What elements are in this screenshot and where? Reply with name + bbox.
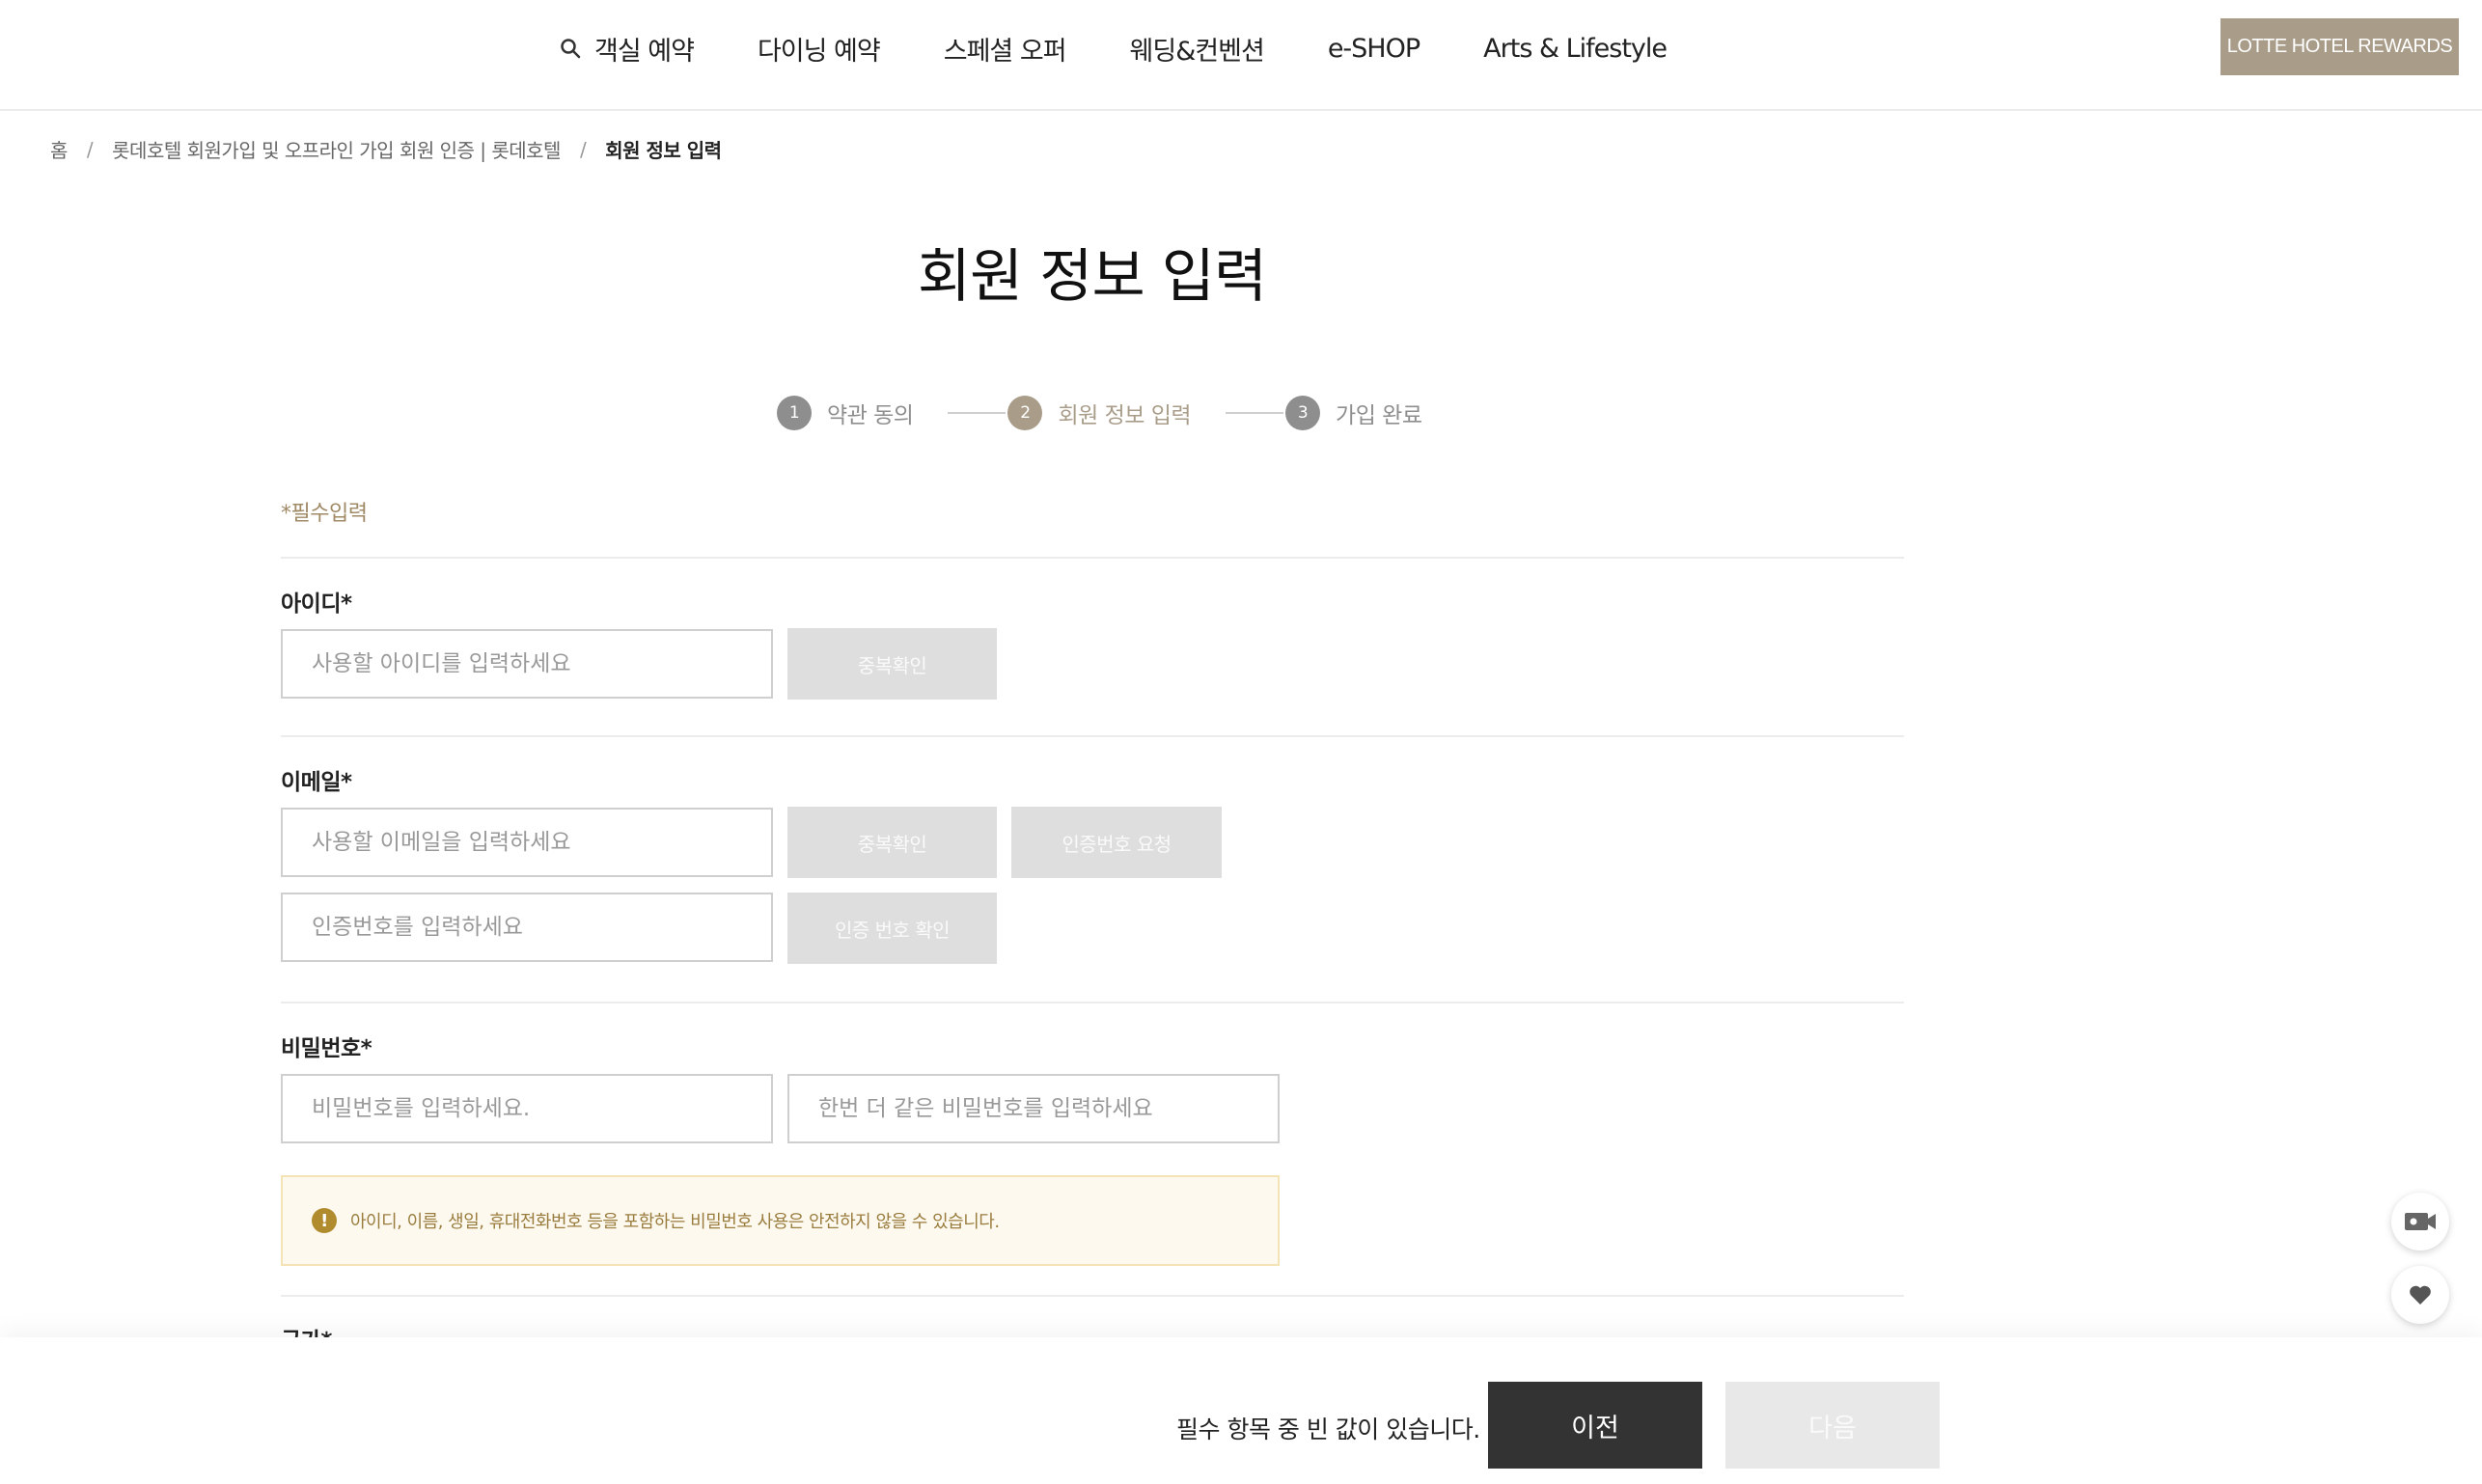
nav-room-reservation[interactable]: 객실 예약 (560, 30, 695, 68)
nav-wedding-convention[interactable]: 웨딩&컨벤션 (1129, 30, 1265, 68)
wishlist-button[interactable] (2391, 1266, 2449, 1324)
lotte-hotel-rewards-button[interactable]: LOTTE HOTEL REWARDS (2220, 18, 2459, 75)
step-label: 가입 완료 (1336, 403, 1422, 428)
breadcrumb-current: 회원 정보 입력 (605, 139, 722, 162)
page-title: 회원 정보 입력 (917, 243, 1267, 311)
password-field-box (281, 1074, 773, 1143)
nav-label: 웨딩&컨벤션 (1129, 36, 1265, 67)
required-note: *필수입력 (281, 502, 368, 526)
video-chat-button[interactable] (2391, 1193, 2449, 1250)
signup-steps: 1 약관 동의 2 회원 정보 입력 3 가입 완료 (777, 396, 1422, 430)
email-input[interactable] (312, 830, 771, 855)
step-complete: 3 가입 완료 (1285, 396, 1422, 430)
step-label: 회원 정보 입력 (1058, 403, 1192, 428)
request-code-button[interactable]: 인증번호 요청 (1011, 807, 1222, 878)
breadcrumb-separator: / (579, 137, 587, 161)
required-empty-message: 필수 항목 중 빈 값이 있습니다. (1176, 1415, 1480, 1443)
nav-eshop[interactable]: e-SHOP (1328, 34, 1420, 64)
password-confirm-field-box (787, 1074, 1280, 1143)
password-label: 비밀번호* (281, 1036, 372, 1061)
code-field-box (281, 893, 773, 962)
site-header: 객실 예약 다이닝 예약 스페셜 오퍼 웨딩&컨벤션 e-SHOP Arts &… (0, 0, 2482, 111)
step-label: 약관 동의 (827, 403, 914, 428)
nav-label: 다이닝 예약 (757, 36, 881, 67)
step-member-info: 2 회원 정보 입력 (1007, 396, 1192, 430)
breadcrumb-parent[interactable]: 롯데호텔 회원가입 및 오프라인 가입 회원 인증 | 롯데호텔 (112, 135, 561, 163)
previous-button[interactable]: 이전 (1488, 1382, 1702, 1469)
breadcrumb-separator: / (86, 137, 94, 161)
email-label: 이메일* (281, 770, 352, 795)
divider (281, 557, 1904, 559)
nav-label: 스페셜 오퍼 (943, 36, 1067, 67)
nav-label: Arts & Lifestyle (1483, 33, 1668, 64)
password-input[interactable] (312, 1096, 771, 1121)
password-confirm-input[interactable] (818, 1096, 1278, 1121)
nav-dining-reservation[interactable]: 다이닝 예약 (757, 30, 881, 68)
id-input[interactable] (312, 651, 771, 676)
step-agreement: 1 약관 동의 (777, 396, 914, 430)
next-button[interactable]: 다음 (1725, 1382, 1940, 1469)
email-field-box (281, 808, 773, 877)
password-warning: ! 아이디, 이름, 생일, 휴대전화번호 등을 포함하는 비밀번호 사용은 안… (281, 1175, 1280, 1266)
step-number: 3 (1285, 396, 1321, 430)
nav-label: 객실 예약 (594, 36, 695, 67)
bottom-action-bar: 필수 항목 중 빈 값이 있습니다. 이전 다음 (0, 1337, 2482, 1484)
password-warning-text: 아이디, 이름, 생일, 휴대전화번호 등을 포함하는 비밀번호 사용은 안전하… (350, 1212, 1000, 1232)
verification-code-input[interactable] (312, 915, 771, 940)
nav-arts-lifestyle[interactable]: Arts & Lifestyle (1483, 33, 1668, 64)
search-icon (561, 39, 581, 59)
email-duplicate-check-button[interactable]: 중복확인 (787, 807, 997, 878)
video-camera-icon (2405, 1213, 2436, 1230)
verify-code-button[interactable]: 인증 번호 확인 (787, 893, 997, 964)
divider (281, 1002, 1904, 1003)
nav-label: e-SHOP (1327, 33, 1420, 64)
step-number: 2 (1007, 396, 1043, 430)
country-label: 국가* (281, 1322, 332, 1337)
id-duplicate-check-button[interactable]: 중복확인 (787, 628, 997, 700)
step-number: 1 (777, 396, 812, 430)
divider (281, 735, 1904, 737)
breadcrumb-home[interactable]: 홈 (50, 135, 68, 163)
nav-special-offer[interactable]: 스페셜 오퍼 (943, 30, 1067, 68)
warning-icon: ! (312, 1208, 337, 1233)
breadcrumb: 홈 / 롯데호텔 회원가입 및 오프라인 가입 회원 인증 | 롯데호텔 / 회… (50, 135, 722, 163)
id-label: 아이디* (281, 591, 352, 617)
divider (281, 1295, 1904, 1297)
step-connector (1226, 412, 1284, 414)
main-nav: 객실 예약 다이닝 예약 스페셜 오퍼 웨딩&컨벤션 e-SHOP Arts &… (560, 0, 1730, 96)
id-field-box (281, 629, 773, 699)
heart-icon (2410, 1285, 2431, 1305)
step-connector (948, 412, 1007, 414)
